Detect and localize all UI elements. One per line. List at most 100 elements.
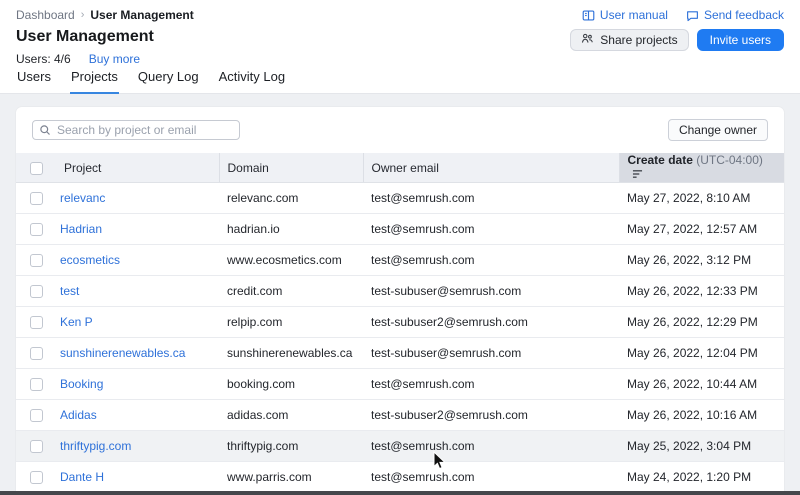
owner-email-cell: test@semrush.com (363, 462, 619, 492)
row-checkbox[interactable] (30, 285, 43, 298)
breadcrumb: Dashboard › User Management (16, 8, 194, 22)
table-row: ecosmetics www.ecosmetics.com test@semru… (16, 245, 784, 276)
search-input[interactable] (32, 120, 240, 140)
create-date-cell: May 26, 2022, 10:44 AM (619, 369, 784, 400)
tab-users[interactable]: Users (16, 69, 52, 94)
chevron-right-icon: › (81, 9, 85, 21)
share-projects-label: Share projects (600, 33, 677, 47)
row-checkbox[interactable] (30, 471, 43, 484)
project-link[interactable]: Hadrian (60, 222, 102, 236)
table-row: relevanc relevanc.com test@semrush.com M… (16, 183, 784, 214)
project-link[interactable]: Booking (60, 377, 103, 391)
project-link[interactable]: Dante H (60, 470, 104, 484)
user-manual-label: User manual (600, 8, 668, 22)
column-header-project: Project (56, 153, 219, 183)
projects-table: Project Domain Owner email Create date (… (16, 153, 784, 491)
domain-cell: adidas.com (219, 400, 363, 431)
owner-email-cell: test@semrush.com (363, 214, 619, 245)
project-link[interactable]: relevanc (60, 191, 105, 205)
table-row: Hadrian hadrian.io test@semrush.com May … (16, 214, 784, 245)
table-row: sunshinerenewables.ca sunshinerenewables… (16, 338, 784, 369)
table-body: relevanc relevanc.com test@semrush.com M… (16, 183, 784, 492)
domain-cell: www.parris.com (219, 462, 363, 492)
share-projects-button[interactable]: Share projects (570, 29, 688, 51)
create-date-cell: May 27, 2022, 12:57 AM (619, 214, 784, 245)
tab-projects[interactable]: Projects (70, 69, 119, 94)
table-toolbar: Change owner (16, 107, 784, 153)
domain-cell: hadrian.io (219, 214, 363, 245)
table-row: thriftypig.com thriftypig.com test@semru… (16, 431, 784, 462)
select-all-checkbox[interactable] (30, 162, 43, 175)
owner-email-cell: test-subuser@semrush.com (363, 338, 619, 369)
project-link[interactable]: ecosmetics (60, 253, 120, 267)
project-link[interactable]: sunshinerenewables.ca (60, 346, 185, 360)
create-date-cell: May 26, 2022, 12:04 PM (619, 338, 784, 369)
chat-bubble-icon (686, 9, 699, 22)
column-header-domain: Domain (219, 153, 363, 183)
create-date-cell: May 24, 2022, 1:20 PM (619, 462, 784, 492)
table-header-row: Project Domain Owner email Create date (… (16, 153, 784, 183)
domain-cell: relpip.com (219, 307, 363, 338)
projects-panel: Change owner Project Domain Owner email … (16, 107, 784, 491)
buy-more-link[interactable]: Buy more (89, 52, 140, 66)
table-row: Adidas adidas.com test-subuser2@semrush.… (16, 400, 784, 431)
create-date-cell: May 26, 2022, 12:29 PM (619, 307, 784, 338)
create-date-timezone: (UTC-04:00) (696, 153, 763, 167)
user-manual-link[interactable]: User manual (582, 8, 668, 22)
book-icon (582, 9, 595, 22)
project-link[interactable]: test (60, 284, 79, 298)
table-row: Dante H www.parris.com test@semrush.com … (16, 462, 784, 492)
column-header-owner-email: Owner email (363, 153, 619, 183)
page-header: Dashboard › User Management User Managem… (0, 0, 800, 94)
column-header-create-date[interactable]: Create date (UTC-04:00) (619, 153, 784, 183)
project-link[interactable]: Adidas (60, 408, 97, 422)
project-link[interactable]: thriftypig.com (60, 439, 131, 453)
row-checkbox[interactable] (30, 440, 43, 453)
send-feedback-link[interactable]: Send feedback (686, 8, 784, 22)
screenshot-bottom-bar (0, 491, 800, 495)
owner-email-cell: test@semrush.com (363, 369, 619, 400)
breadcrumb-dashboard[interactable]: Dashboard (16, 8, 75, 22)
tab-activity-log[interactable]: Activity Log (218, 69, 286, 94)
sort-descending-icon (632, 168, 643, 182)
owner-email-cell: test-subuser2@semrush.com (363, 400, 619, 431)
table-row: Booking booking.com test@semrush.com May… (16, 369, 784, 400)
create-date-cell: May 26, 2022, 12:33 PM (619, 276, 784, 307)
create-date-cell: May 26, 2022, 10:16 AM (619, 400, 784, 431)
row-checkbox[interactable] (30, 254, 43, 267)
invite-users-label: Invite users (710, 33, 771, 47)
domain-cell: booking.com (219, 369, 363, 400)
row-checkbox[interactable] (30, 316, 43, 329)
domain-cell: credit.com (219, 276, 363, 307)
domain-cell: sunshinerenewables.ca (219, 338, 363, 369)
invite-users-button[interactable]: Invite users (697, 29, 784, 51)
row-checkbox[interactable] (30, 192, 43, 205)
table-row: test credit.com test-subuser@semrush.com… (16, 276, 784, 307)
owner-email-cell: test-subuser2@semrush.com (363, 307, 619, 338)
create-date-cell: May 25, 2022, 3:04 PM (619, 431, 784, 462)
domain-cell: relevanc.com (219, 183, 363, 214)
owner-email-cell: test-subuser@semrush.com (363, 276, 619, 307)
tab-bar: Users Projects Query Log Activity Log (16, 69, 286, 94)
send-feedback-label: Send feedback (704, 8, 784, 22)
row-checkbox[interactable] (30, 378, 43, 391)
row-checkbox[interactable] (30, 409, 43, 422)
page-title: User Management (16, 28, 154, 46)
users-count: Users: 4/6 (16, 52, 71, 66)
share-users-icon (581, 32, 594, 48)
owner-email-cell: test@semrush.com (363, 183, 619, 214)
owner-email-cell: test@semrush.com (363, 431, 619, 462)
owner-email-cell: test@semrush.com (363, 245, 619, 276)
change-owner-button[interactable]: Change owner (668, 119, 768, 141)
table-row: Ken P relpip.com test-subuser2@semrush.c… (16, 307, 784, 338)
domain-cell: thriftypig.com (219, 431, 363, 462)
create-date-cell: May 27, 2022, 8:10 AM (619, 183, 784, 214)
create-date-cell: May 26, 2022, 3:12 PM (619, 245, 784, 276)
project-link[interactable]: Ken P (60, 315, 93, 329)
row-checkbox[interactable] (30, 347, 43, 360)
domain-cell: www.ecosmetics.com (219, 245, 363, 276)
create-date-label: Create date (628, 153, 693, 167)
breadcrumb-current: User Management (90, 8, 193, 22)
row-checkbox[interactable] (30, 223, 43, 236)
tab-query-log[interactable]: Query Log (137, 69, 200, 94)
